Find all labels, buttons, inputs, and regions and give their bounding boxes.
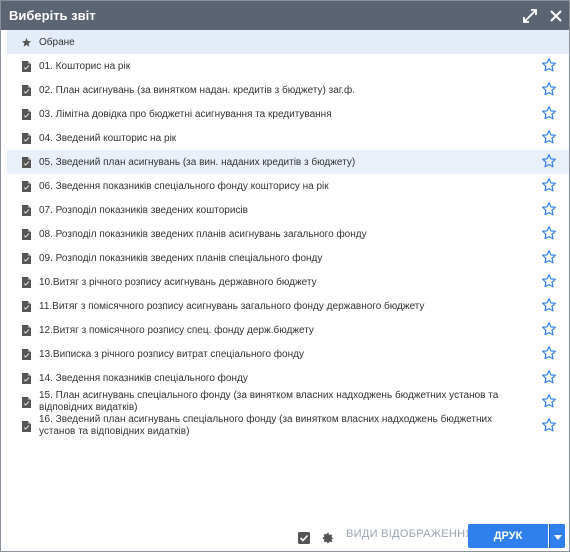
report-label: 05. Зведений план асигнувань (за вин. на… [39, 156, 356, 168]
checkbox-icon[interactable] [298, 532, 310, 544]
favorite-star-icon[interactable] [541, 249, 559, 267]
report-item[interactable]: 03. Лімітна довідка про бюджетні асигнув… [7, 102, 569, 126]
document-icon [19, 150, 33, 174]
report-label: 11.Витяг з помісячного розпису асигнуван… [39, 300, 425, 312]
report-label: 16. Зведений план асигнувань спеціальног… [39, 414, 493, 437]
chevron-down-icon [553, 529, 562, 543]
report-item[interactable]: 10.Витяг з річного розпису асигнувань де… [7, 270, 569, 294]
document-icon [19, 198, 33, 222]
favorite-star-icon[interactable] [541, 81, 559, 99]
report-item[interactable]: 15. План асигнувань спеціального фонду (… [7, 390, 569, 414]
document-icon [19, 270, 33, 294]
report-label: 03. Лімітна довідка про бюджетні асигнув… [39, 108, 332, 120]
report-item[interactable]: 06. Зведення показників спеціального фон… [7, 174, 569, 198]
star-filled-icon [19, 37, 33, 48]
favorite-star-icon[interactable] [541, 369, 559, 387]
document-icon [19, 126, 33, 150]
report-item[interactable]: 13.Виписка з річного розпису витрат спец… [7, 342, 569, 366]
report-item[interactable]: 09. Розподіл показників зведених планів … [7, 246, 569, 270]
document-icon [19, 54, 33, 78]
document-icon [19, 366, 33, 390]
dialog-title: Виберіть звіт [9, 8, 96, 23]
report-list: Обране 01. Кошторис на рік 02. План асигн… [7, 30, 569, 438]
report-item[interactable]: 02. План асигнувань (за винятком надан. … [7, 78, 569, 102]
favorite-star-icon[interactable] [541, 177, 559, 195]
close-icon[interactable] [543, 1, 569, 30]
report-select-dialog: Виберіть звіт Обране 01. Кошторис на рік… [0, 0, 570, 552]
favorite-star-icon[interactable] [541, 273, 559, 291]
favorite-star-icon[interactable] [541, 153, 559, 171]
favorites-label: Обране [39, 36, 75, 48]
favorite-star-icon[interactable] [541, 393, 559, 411]
document-icon [19, 294, 33, 318]
report-item[interactable]: 12.Витяг з помісячного розпису спец. фон… [7, 318, 569, 342]
report-label: 01. Кошторис на рік [39, 60, 131, 72]
report-label: 09. Розподіл показників зведених планів … [39, 252, 323, 264]
dialog-footer: ВИДИ ВІДОБРАЖЕННЯ ДРУК [1, 522, 569, 551]
favorite-star-icon[interactable] [541, 57, 559, 75]
report-label: 02. План асигнувань (за винятком надан. … [39, 84, 355, 96]
document-icon [19, 174, 33, 198]
print-button[interactable]: ДРУК [468, 524, 548, 548]
report-item[interactable]: 16. Зведений план асигнувань спеціальног… [7, 414, 569, 438]
report-label: 07. Розподіл показників зведених коштори… [39, 204, 248, 216]
favorite-star-icon[interactable] [541, 417, 559, 435]
favorites-item[interactable]: Обране [7, 30, 569, 54]
document-icon [19, 414, 33, 438]
maximize-icon[interactable] [517, 1, 543, 30]
report-label: 14. Зведення показників спеціального фон… [39, 372, 248, 384]
favorite-star-icon[interactable] [541, 321, 559, 339]
view-modes-button[interactable]: ВИДИ ВІДОБРАЖЕННЯ [346, 528, 474, 540]
report-item[interactable]: 04. Зведений кошторис на рік [7, 126, 569, 150]
document-icon [19, 246, 33, 270]
report-item[interactable]: 01. Кошторис на рік [7, 54, 569, 78]
document-icon [19, 390, 33, 414]
report-item[interactable]: 14. Зведення показників спеціального фон… [7, 366, 569, 390]
document-icon [19, 342, 33, 366]
document-icon [19, 102, 33, 126]
report-label: 08. Розподіл показників зведених планів … [39, 228, 367, 240]
report-label: 13.Виписка з річного розпису витрат спец… [39, 348, 304, 360]
report-label: 06. Зведення показників спеціального фон… [39, 180, 329, 192]
document-icon [19, 318, 33, 342]
report-item[interactable]: 08. Розподіл показників зведених планів … [7, 222, 569, 246]
favorite-star-icon[interactable] [541, 201, 559, 219]
document-icon [19, 78, 33, 102]
report-label: 15. План асигнувань спеціального фонду (… [39, 390, 499, 413]
report-label: 10.Витяг з річного розпису асигнувань де… [39, 276, 317, 288]
favorite-star-icon[interactable] [541, 225, 559, 243]
report-item[interactable]: 11.Витяг з помісячного розпису асигнуван… [7, 294, 569, 318]
dialog-titlebar: Виберіть звіт [1, 1, 569, 30]
report-item[interactable]: 05. Зведений план асигнувань (за вин. на… [7, 150, 569, 174]
favorite-star-icon[interactable] [541, 297, 559, 315]
gear-icon[interactable] [321, 531, 335, 545]
report-label: 12.Витяг з помісячного розпису спец. фон… [39, 324, 314, 336]
favorite-star-icon[interactable] [541, 129, 559, 147]
report-item[interactable]: 07. Розподіл показників зведених коштори… [7, 198, 569, 222]
document-icon [19, 222, 33, 246]
favorite-star-icon[interactable] [541, 345, 559, 363]
favorite-star-icon[interactable] [541, 105, 559, 123]
report-label: 04. Зведений кошторис на рік [39, 132, 177, 144]
print-options-button[interactable] [549, 524, 565, 548]
